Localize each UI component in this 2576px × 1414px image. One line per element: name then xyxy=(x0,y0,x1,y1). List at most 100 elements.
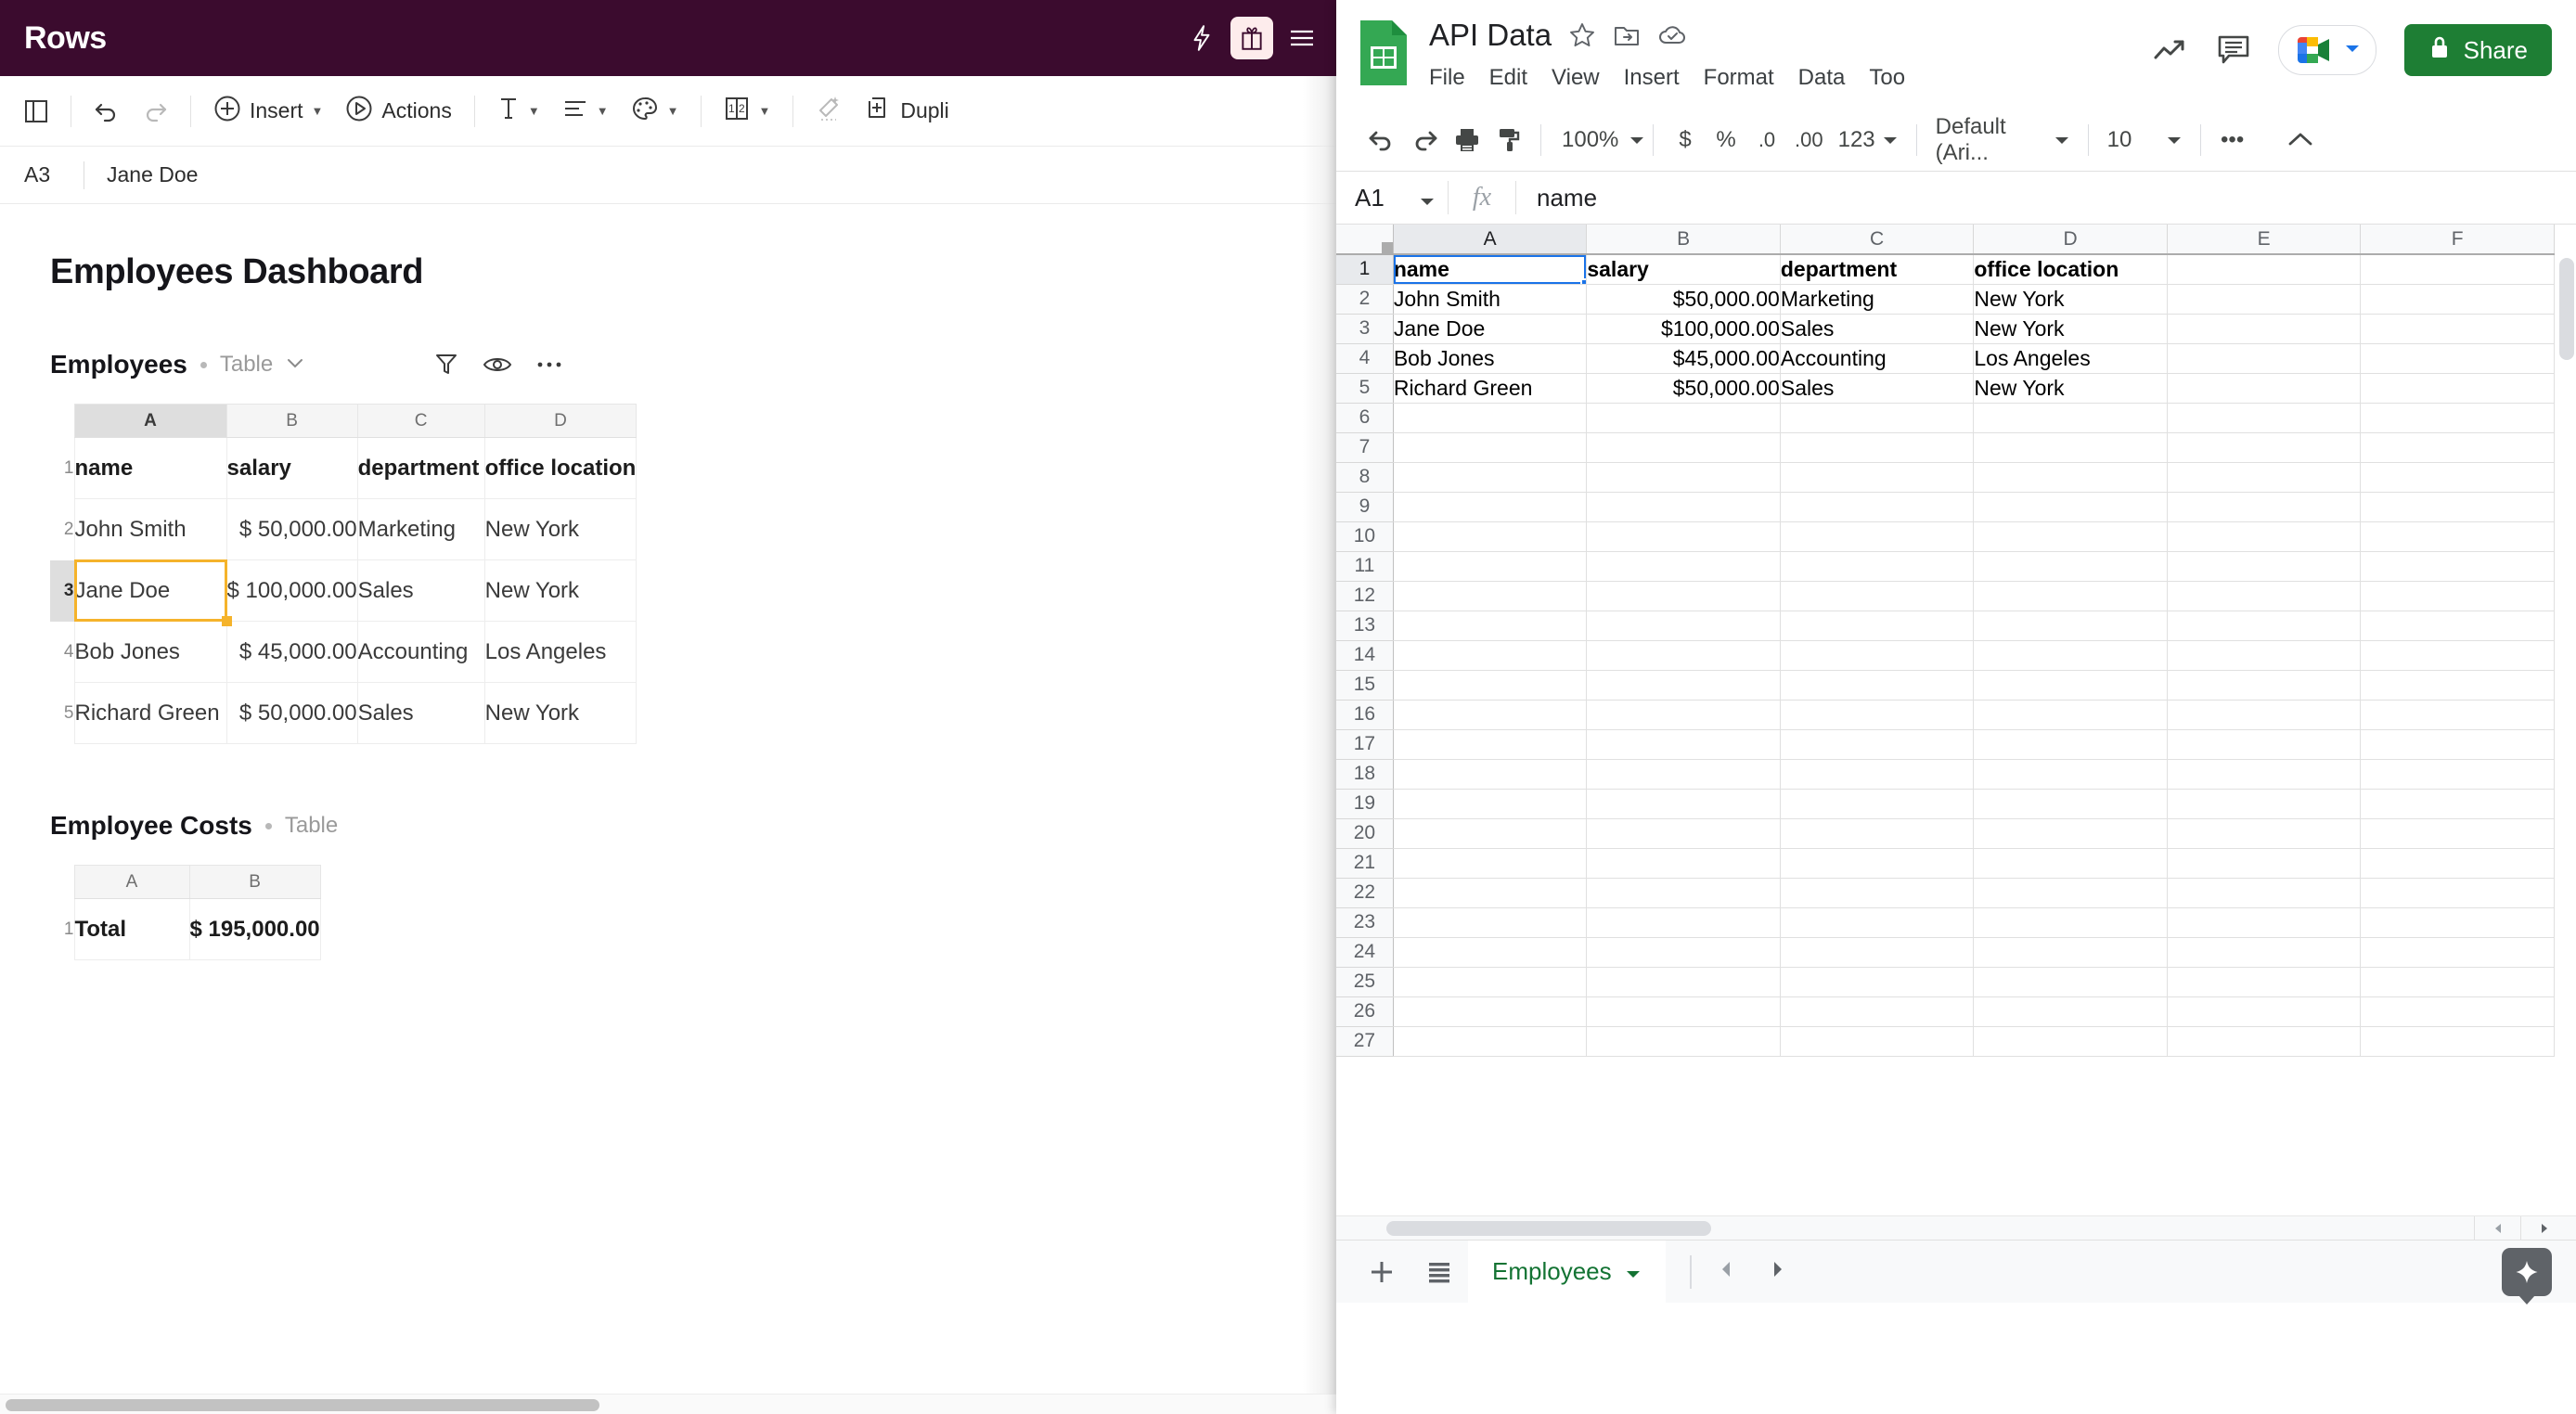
grid-cell[interactable] xyxy=(2360,996,2555,1027)
row-header-27[interactable]: 27 xyxy=(1336,1026,1394,1057)
grid-cell[interactable] xyxy=(1393,521,1588,552)
rows-cell-reference[interactable]: A3 xyxy=(24,162,84,187)
grid-cell[interactable]: John Smith xyxy=(1393,284,1588,315)
row-header-5[interactable]: 5 xyxy=(50,682,74,744)
row-header-26[interactable]: 26 xyxy=(1336,996,1394,1027)
grid-cell[interactable] xyxy=(1780,907,1975,938)
row-header-3[interactable]: 3 xyxy=(1336,314,1394,344)
grid-cell[interactable] xyxy=(1973,611,2168,641)
grid-cell[interactable]: Sales xyxy=(356,682,485,744)
cloud-saved-icon[interactable] xyxy=(1657,23,1687,47)
column-header-b[interactable]: B xyxy=(188,865,321,899)
grid-cell[interactable] xyxy=(1973,551,2168,582)
paint-format-icon[interactable] xyxy=(1488,118,1529,162)
add-sheet-button[interactable] xyxy=(1353,1240,1410,1304)
row-header-2[interactable]: 2 xyxy=(1336,284,1394,315)
section-title[interactable]: Employees xyxy=(50,350,187,379)
grid-cell[interactable]: department xyxy=(1780,254,1975,285)
grid-cell[interactable] xyxy=(1393,611,1588,641)
grid-cell[interactable] xyxy=(2167,551,2362,582)
row-header-17[interactable]: 17 xyxy=(1336,729,1394,760)
grid-cell[interactable]: $100,000.00 xyxy=(1586,314,1781,344)
grid-cell[interactable] xyxy=(2360,581,2555,611)
grid-cell[interactable]: Los Angeles xyxy=(1973,343,2168,374)
grid-cell[interactable] xyxy=(2167,284,2362,315)
grid-cell[interactable] xyxy=(2360,700,2555,730)
grid-cell[interactable]: name xyxy=(1393,254,1588,285)
employees-table[interactable]: A B C D 1 name salary department office location… xyxy=(50,404,638,744)
grid-cell[interactable] xyxy=(1973,403,2168,433)
grid-cell[interactable] xyxy=(1780,996,1975,1027)
grid-cell[interactable]: Richard Green xyxy=(1393,373,1588,404)
grid-cell[interactable]: Marketing xyxy=(1780,284,1975,315)
grid-cell[interactable]: salary xyxy=(1586,254,1781,285)
grid-cell[interactable] xyxy=(2167,848,2362,879)
grid-cell[interactable] xyxy=(2167,492,2362,522)
row-header-6[interactable]: 6 xyxy=(1336,403,1394,433)
grid-cell[interactable] xyxy=(1780,492,1975,522)
grid-cell[interactable] xyxy=(2167,878,2362,908)
grid-cell[interactable]: New York xyxy=(483,682,638,744)
google-meet-button[interactable] xyxy=(2277,25,2376,75)
grid-cell[interactable] xyxy=(1780,581,1975,611)
grid-cell[interactable] xyxy=(1393,848,1588,879)
grid-cell[interactable] xyxy=(1393,492,1588,522)
grid-cell[interactable]: Total xyxy=(73,898,190,960)
grid-cell[interactable] xyxy=(1586,521,1781,552)
sheet-tab-employees[interactable]: Employees xyxy=(1468,1240,1666,1304)
grid-cell[interactable] xyxy=(1393,996,1588,1027)
grid-cell[interactable] xyxy=(1393,967,1588,997)
grid-cell[interactable] xyxy=(1586,878,1781,908)
grid-cell[interactable] xyxy=(2360,818,2555,849)
actions-button[interactable]: Actions xyxy=(334,89,462,134)
grid-cell[interactable]: $50,000.00 xyxy=(1586,373,1781,404)
row-header-25[interactable]: 25 xyxy=(1336,967,1394,997)
filter-icon[interactable] xyxy=(434,352,458,378)
grid-cell[interactable] xyxy=(2167,640,2362,671)
chevron-down-icon[interactable] xyxy=(1625,1257,1642,1286)
grid-cell[interactable] xyxy=(2360,254,2555,285)
grid-cell[interactable] xyxy=(1393,759,1588,790)
collapse-toolbar-icon[interactable] xyxy=(2279,118,2322,162)
grid-cell[interactable] xyxy=(1973,996,2168,1027)
rows-formula-input[interactable]: Jane Doe xyxy=(107,162,198,187)
grid-cell[interactable]: Sales xyxy=(356,559,485,622)
grid-cell[interactable] xyxy=(2167,700,2362,730)
menu-view[interactable]: View xyxy=(1552,65,1600,91)
grid-cell[interactable] xyxy=(1973,848,2168,879)
row-header-19[interactable]: 19 xyxy=(1336,789,1394,819)
grid-cell[interactable] xyxy=(1586,848,1781,879)
grid-cell[interactable] xyxy=(2360,403,2555,433)
grid-cell[interactable] xyxy=(1780,611,1975,641)
grid-cell[interactable] xyxy=(1973,789,2168,819)
grid-cell[interactable] xyxy=(2167,254,2362,285)
grid-cell[interactable] xyxy=(1780,729,1975,760)
row-header-24[interactable]: 24 xyxy=(1336,937,1394,968)
grid-cell[interactable] xyxy=(2167,462,2362,493)
grid-cell[interactable] xyxy=(2360,611,2555,641)
more-options-icon[interactable] xyxy=(536,360,562,369)
grid-cell[interactable] xyxy=(2167,759,2362,790)
prev-arrow-icon[interactable] xyxy=(1716,1258,1736,1285)
section-title[interactable]: Employee Costs xyxy=(50,811,252,841)
grid-cell[interactable] xyxy=(2360,462,2555,493)
row-header-16[interactable]: 16 xyxy=(1336,700,1394,730)
grid-cell[interactable] xyxy=(2360,314,2555,344)
grid-cell[interactable]: Accounting xyxy=(356,621,485,683)
grid-cell[interactable] xyxy=(2360,640,2555,671)
insert-button[interactable]: Insert ▼ xyxy=(202,89,334,134)
menu-insert[interactable]: Insert xyxy=(1624,65,1680,91)
undo-button[interactable] xyxy=(1360,118,1403,162)
grid-cell[interactable]: New York xyxy=(1973,284,2168,315)
grid-cell[interactable] xyxy=(2360,373,2555,404)
grid-cell[interactable]: Accounting xyxy=(1780,343,1975,374)
grid-cell[interactable] xyxy=(2167,611,2362,641)
grid-cell[interactable] xyxy=(1780,521,1975,552)
grid-cell[interactable] xyxy=(1393,878,1588,908)
grid-cell[interactable] xyxy=(1393,551,1588,582)
grid-cell[interactable] xyxy=(1973,640,2168,671)
grid-cell[interactable]: Jane Doe xyxy=(73,559,232,626)
font-selector[interactable]: Default (Ari... xyxy=(1928,114,2077,165)
grid-cell[interactable] xyxy=(1973,729,2168,760)
grid-cell[interactable] xyxy=(1780,967,1975,997)
